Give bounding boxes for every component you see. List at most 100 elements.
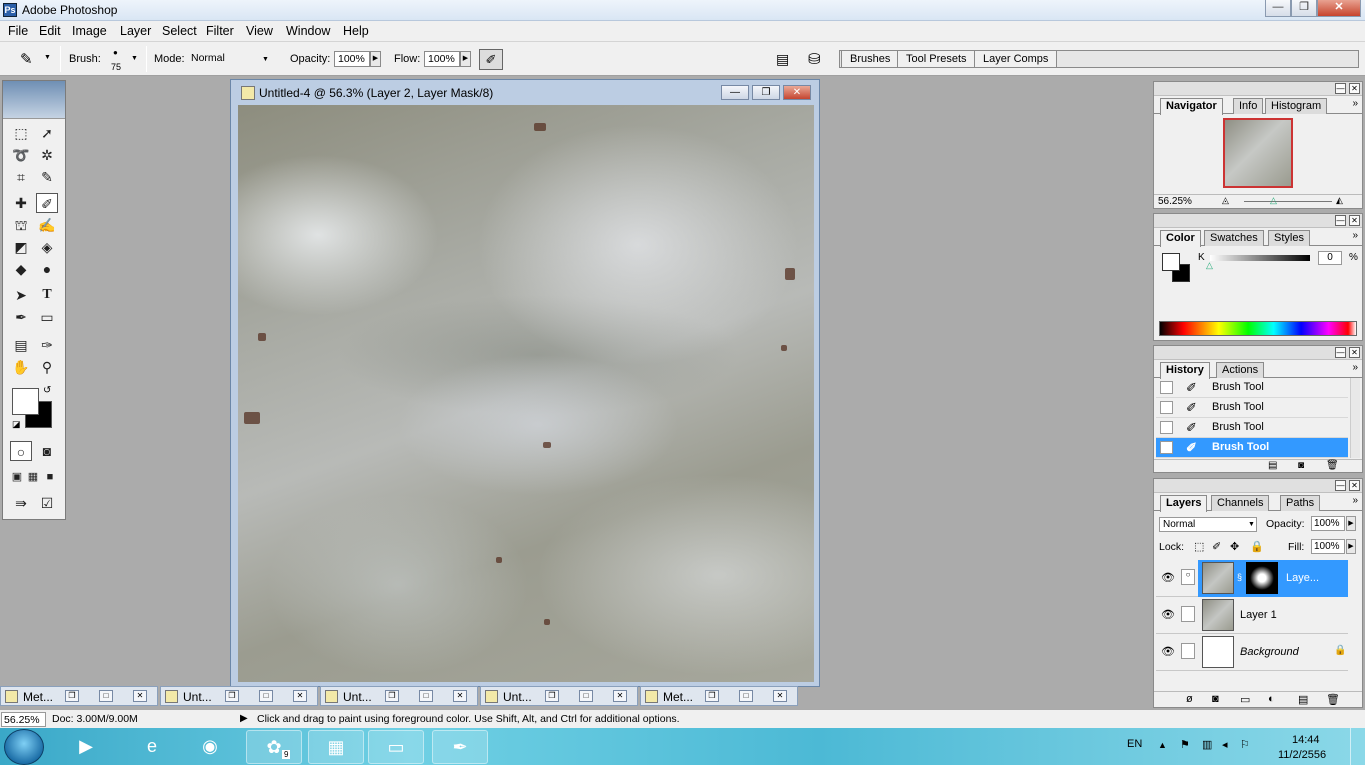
maximize-icon[interactable]: □ [579,690,593,702]
fill-arrow-icon[interactable]: ▶ [1346,539,1356,554]
menu-layer[interactable]: Layer [120,24,151,38]
history-brush-tool-icon[interactable]: ✍ [36,215,58,235]
magic-wand-tool-icon[interactable]: ✲ [36,145,58,165]
tab-styles[interactable]: Styles [1268,230,1310,246]
language-indicator[interactable]: EN [1127,738,1142,750]
layer-selected-highlight[interactable]: § Laye... [1198,560,1348,597]
link-box[interactable] [1181,643,1195,659]
screen-mode-standard-icon[interactable]: ▣ [9,467,25,487]
close-icon[interactable]: ✕ [773,690,787,702]
panel-menu-icon[interactable]: » [1352,495,1358,506]
restore-icon[interactable]: ❐ [545,690,559,702]
windows-start-button[interactable] [4,729,44,765]
color-ramp[interactable] [1159,321,1357,336]
tab-histogram[interactable]: Histogram [1265,98,1328,114]
zoom-out-icon[interactable]: ◬ [1222,195,1229,206]
minimized-doc[interactable]: Met... ❐ □ ✕ [0,686,158,706]
tab-layer-comps[interactable]: Layer Comps [974,51,1058,68]
brush-picker-chevron-icon[interactable]: ▼ [131,55,138,62]
eyedropper-tool-icon[interactable]: ✑ [36,335,58,355]
lock-all-icon[interactable]: 🔒 [1250,540,1264,553]
close-icon[interactable]: ✕ [133,690,147,702]
status-menu-arrow-icon[interactable]: ▶ [240,713,248,724]
close-icon[interactable]: ✕ [453,690,467,702]
doc-minimize-button[interactable]: — [721,85,749,100]
flow-input[interactable]: 100% [424,51,460,67]
layer-row[interactable]: 👁 Background 🔒 [1156,634,1348,671]
k-slider[interactable] [1210,255,1310,261]
airbrush-icon[interactable]: ✐ [479,49,503,70]
file-browser-icon[interactable]: ▤ [776,51,789,68]
doc-close-button[interactable]: ✕ [783,85,811,100]
tab-actions[interactable]: Actions [1216,362,1265,378]
notes-tool-icon[interactable]: ▤ [10,335,32,355]
minimized-doc[interactable]: Unt... ❐ □ ✕ [480,686,638,706]
layer-opacity-input[interactable]: 100% [1311,516,1345,531]
paint-bucket-tool-icon[interactable]: ◈ [36,237,58,257]
panel-minimize-icon[interactable]: — [1335,480,1346,491]
color-fg-swatch[interactable] [1162,253,1180,271]
layer-opacity-arrow-icon[interactable]: ▶ [1346,516,1356,531]
menu-filter[interactable]: Filter [206,24,234,38]
show-hidden-icons-icon[interactable]: ▲ [1158,740,1167,750]
tab-channels[interactable]: Channels [1211,495,1270,511]
maximize-icon[interactable]: □ [99,690,113,702]
layer-name[interactable]: Laye... [1286,572,1319,584]
menu-image[interactable]: Image [72,24,107,38]
tab-navigator[interactable]: Navigator [1160,98,1223,115]
tab-layers[interactable]: Layers [1160,495,1208,512]
type-tool-icon[interactable]: T [36,285,58,305]
screen-mode-full-icon[interactable]: ■ [42,467,58,487]
history-snapshot-checkbox[interactable] [1160,401,1173,414]
menu-file[interactable]: File [8,24,28,38]
layer-mask-thumbnail[interactable] [1246,562,1278,594]
camera-snapshot-icon[interactable]: ◙ [1298,460,1304,471]
history-scrollbar[interactable] [1350,378,1360,458]
menu-select[interactable]: Select [162,24,197,38]
pen-tool-icon[interactable]: ✒ [10,307,32,327]
minimized-doc[interactable]: Unt... ❐ □ ✕ [160,686,318,706]
layer-name[interactable]: Background [1240,646,1299,658]
chevron-down-icon[interactable]: ▼ [44,54,51,61]
minimize-button[interactable]: — [1265,0,1291,17]
maximize-button[interactable]: ❐ [1291,0,1317,17]
marquee-tool-icon[interactable]: ⬚ [10,123,32,143]
media-player-icon[interactable]: ▶ [58,730,114,764]
menu-view[interactable]: View [246,24,273,38]
tab-brushes[interactable]: Brushes [841,51,900,68]
history-item[interactable]: ✐ Brush Tool [1156,418,1348,438]
app-group-icon[interactable]: ✿ [246,730,302,764]
path-selection-tool-icon[interactable]: ➤ [10,285,32,305]
status-zoom-input[interactable]: 56.25% [1,712,46,727]
mode-chevron-icon[interactable]: ▼ [262,56,269,63]
navigator-thumbnail[interactable] [1223,118,1293,188]
screen-mode-full-menu-icon[interactable]: ▦ [25,467,41,487]
layer-row[interactable]: 👁 Layer 1 [1156,597,1348,634]
adjustment-layer-icon[interactable]: ◐ [1268,693,1275,705]
quick-mask-mode-icon[interactable]: ◙ [36,441,58,461]
history-snapshot-checkbox[interactable] [1160,381,1173,394]
brush-tool-icon[interactable]: ✐ [36,193,58,213]
eraser-tool-icon[interactable]: ◩ [10,237,32,257]
swap-colors-icon[interactable]: ↺ [43,385,51,396]
shape-tool-icon[interactable]: ▭ [36,307,58,327]
lasso-tool-icon[interactable]: ➰ [10,145,32,165]
lock-image-icon[interactable]: ✐ [1212,540,1221,553]
panel-close-icon[interactable]: ✕ [1349,480,1360,491]
opacity-arrow-icon[interactable]: ▶ [370,51,381,67]
doc-maximize-button[interactable]: ❐ [752,85,780,100]
volume-icon[interactable]: ◂ [1222,738,1228,751]
restore-icon[interactable]: ❐ [705,690,719,702]
eye-icon[interactable]: 👁 [1161,645,1175,658]
fill-input[interactable]: 100% [1311,539,1345,554]
standard-mode-icon[interactable]: ○ [10,441,32,461]
blend-mode-select[interactable]: Normal [1159,517,1257,532]
menu-window[interactable]: Window [286,24,330,38]
history-snapshot-checkbox[interactable] [1160,441,1173,454]
foreground-color-swatch[interactable] [12,388,39,415]
chain-link-icon[interactable]: § [1237,572,1242,582]
slice-tool-icon[interactable]: ✎ [36,167,58,187]
close-icon[interactable]: ✕ [293,690,307,702]
link-box[interactable] [1181,606,1195,622]
edit-in-imageready-icon[interactable]: ☑ [36,493,58,513]
